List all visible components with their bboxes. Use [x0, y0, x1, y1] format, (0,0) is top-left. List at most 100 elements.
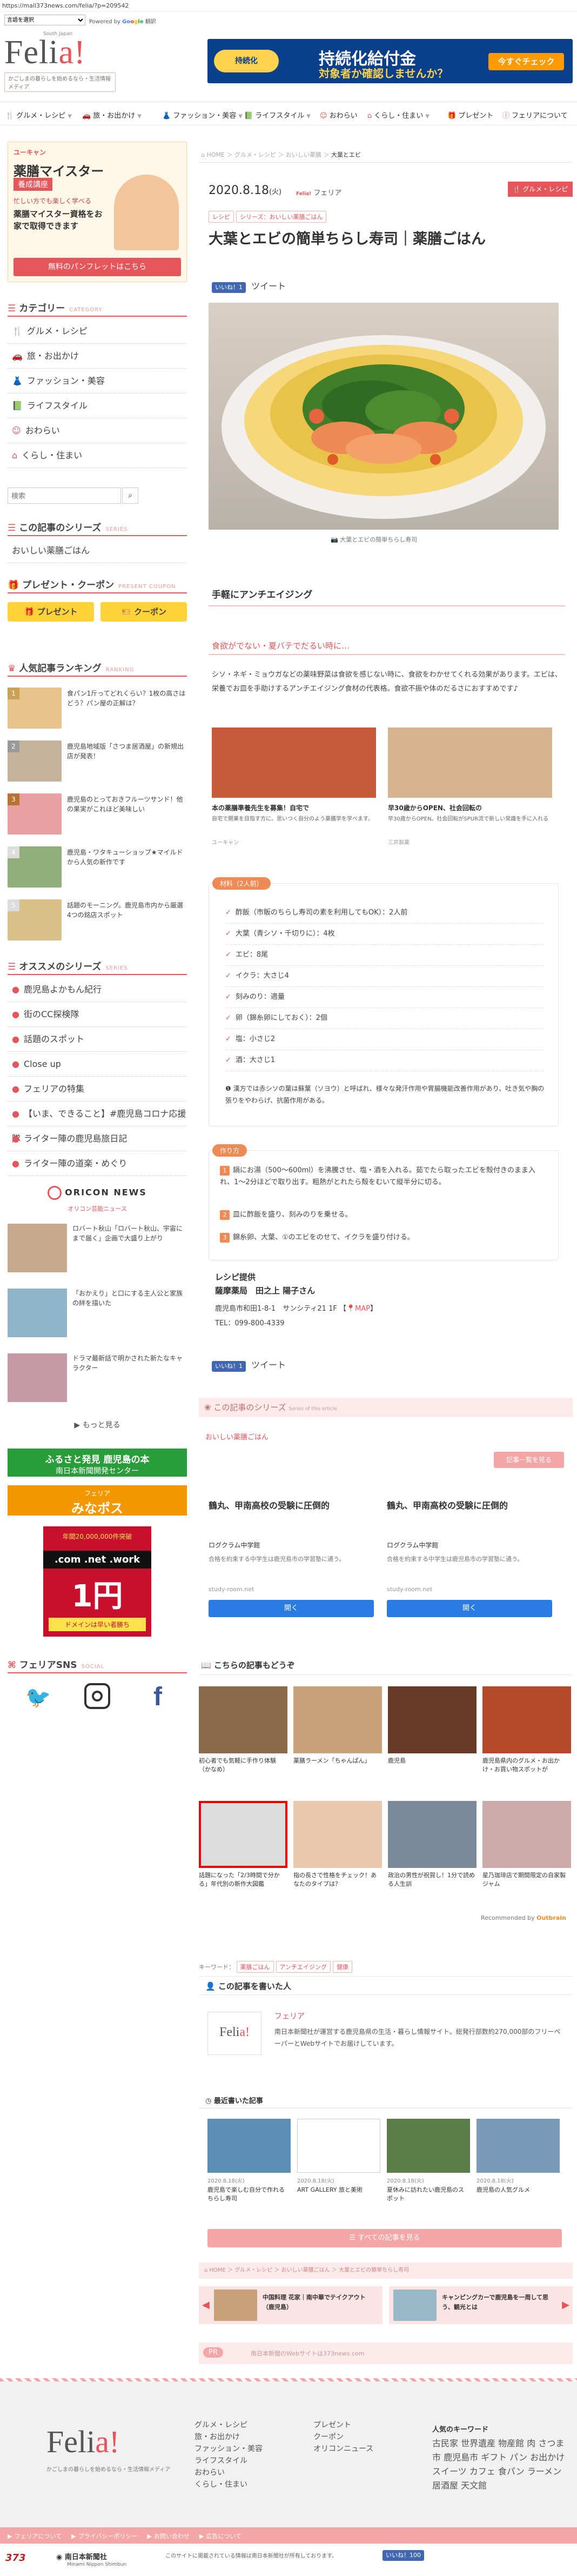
ranking-item[interactable]: 5 話題のモーニング。鹿児島市内から厳選4つの銘店スポット: [8, 896, 187, 945]
reco-card[interactable]: 鹿児島県内のグルメ・お出かけ・お買い物スポットが: [482, 1686, 571, 1794]
series-list-button[interactable]: 記事一覧を見る: [494, 1452, 564, 1468]
twitter-icon[interactable]: 🐦: [25, 1685, 52, 1709]
outbrain-credit[interactable]: Recommended by Outbrain: [481, 1914, 566, 1921]
series-rec-item[interactable]: ● 街のCC探検隊: [8, 1002, 187, 1027]
ad-image: [212, 728, 376, 798]
more-link[interactable]: ▶ もっと見る: [8, 1419, 187, 1432]
footer-link[interactable]: ファッション・美容: [194, 2443, 263, 2455]
present-button[interactable]: 🎁 プレゼント: [8, 602, 94, 622]
banner-minapos[interactable]: フェリア みなポス: [8, 1485, 187, 1516]
oricon-item[interactable]: ロバート秋山「ロバート秋山、宇宙にまで届く」企画で大盛り上がり: [8, 1222, 187, 1281]
category-gourmet[interactable]: 🍴 グルメ・レシピ: [8, 319, 187, 344]
sponsored-card[interactable]: 鶴丸、甲南高校の受験に圧倒的 ログクラム中学館 合格を約束する中学生は鹿児島市の学習…: [387, 1495, 554, 1641]
footer-logo[interactable]: Felia!: [46, 2424, 119, 2460]
series-rec-item[interactable]: ● フェリアの特集: [8, 1077, 187, 1102]
series-rec-item[interactable]: ● 話題のスポット: [8, 1027, 187, 1052]
footer-link[interactable]: ライフスタイル: [194, 2455, 263, 2467]
series-rec-item[interactable]: ● 鹿児島よかもん紀行: [8, 977, 187, 1002]
search-button[interactable]: ⌕: [122, 488, 138, 504]
all-articles-button[interactable]: ☰ すべての記事を見る: [207, 2229, 562, 2247]
tweet-button[interactable]: ツイート: [251, 1360, 286, 1370]
instagram-icon[interactable]: [84, 1683, 110, 1709]
recent-article[interactable]: 2020.8.18(火) ART GALLERY 旅と美術: [297, 2119, 380, 2221]
writer-name[interactable]: フェリア: [274, 2011, 305, 2021]
recent-article[interactable]: 2020.8.18(火) 鹿児島で楽しむ自分で作れるちらし寿司: [207, 2119, 291, 2221]
banner-furusato[interactable]: ふるさと発見 鹿児島の本 南日本新聞開発センター: [8, 1449, 187, 1477]
footer-like-button[interactable]: いいね！100: [383, 2550, 424, 2561]
reco-card[interactable]: 鹿児島: [388, 1686, 477, 1794]
browser-url-bar[interactable]: https://mall373news.com/felia/?p=209542: [0, 0, 577, 12]
ad-cta-button[interactable]: 今すぐチェック: [488, 53, 564, 70]
footer-bar-link[interactable]: フェリアについて: [14, 2533, 62, 2540]
map-link[interactable]: MAP: [355, 1305, 370, 1313]
reco-card[interactable]: 政治の男性が祝賀し！1分で読める人生訓: [388, 1801, 477, 1909]
nav-item-owarai[interactable]: ☺ おわらい: [320, 110, 358, 120]
prev-article[interactable]: ◀ 中国料理 花家｜南中華でテイクアウト（鹿児島）: [199, 2286, 383, 2324]
nav-item-lifestyle[interactable]: 📗 ライフスタイル ▼: [244, 110, 311, 120]
banner-domain[interactable]: 年間20,000,000件突破 .com .net .work 1円 ドメインは…: [43, 1526, 151, 1637]
nav-item-about[interactable]: ⓘ フェリアについて: [502, 110, 568, 120]
sidebar-ad-yakuzen[interactable]: ユーキャン 薬膳マイスター 養成講座 忙しい方でも楽しく学べる 薬膳マイスター資…: [8, 142, 187, 282]
recent-article[interactable]: 2020.8.18(火) 鹿児島の人気グルメ: [477, 2119, 560, 2221]
reco-card[interactable]: 初心者でも気軽に手作り体験（かなめ）: [199, 1686, 287, 1794]
series-rec-item[interactable]: ● 【いま、できること】#鹿児島コロナ応援隊: [8, 1102, 187, 1144]
series-link[interactable]: おいしい薬膳ごはん: [205, 1431, 269, 1442]
ranking-item[interactable]: 2 鹿児島地域版「さつま居酒屋」の新規出店が発表！: [8, 737, 187, 786]
sponsored-open-button[interactable]: 開く: [209, 1600, 374, 1617]
category-fashion[interactable]: 👗 ファッション・美容: [8, 369, 187, 393]
next-article[interactable]: キャンピングカーで鹿児島を一周して思う、観光とは ▶: [389, 2286, 573, 2324]
ranking-item[interactable]: 1 食パン1斤ってどれくらい？1枚の高さはどう？パン屋の正解は？: [8, 684, 187, 733]
series-rec-item[interactable]: ● ライター陣の道楽・めぐり: [8, 1151, 187, 1176]
sponsored-card[interactable]: 鶴丸、甲南高校の受験に圧倒的 ログクラム中学館 合格を約束する中学生は鹿児島市の学習…: [209, 1495, 376, 1641]
facebook-like-button[interactable]: いいね！1: [212, 1361, 246, 1372]
reco-card[interactable]: 星乃珈琲店で期間限定の自家製ジャム: [482, 1801, 571, 1909]
article-ad-card[interactable]: 本の薬膳準養先生を募集！自宅で 自宅で開業を目指す方に。思いつく自分のよう薬膳学を…: [212, 728, 376, 863]
footer-link[interactable]: オリコンニュース: [313, 2443, 373, 2455]
ranking-item[interactable]: 3 鹿児島のとっておきフルーツサンド！他の果実がこれほど美味しい: [8, 790, 187, 839]
facebook-icon[interactable]: f: [147, 1682, 169, 1711]
series-item[interactable]: おいしい薬膳ごはん: [8, 538, 187, 563]
footer-bar-link[interactable]: お問い合わせ: [154, 2533, 190, 2540]
nav-item-fashion[interactable]: 👗 ファッション・美容 ▼: [162, 110, 243, 120]
pr-link[interactable]: 南日本新聞のWebサイトは373news.com: [251, 2349, 364, 2358]
category-badge[interactable]: 🍴 グルメ・レシピ: [508, 182, 573, 197]
category-owarai[interactable]: ☺ おわらい: [8, 418, 187, 443]
oricon-item[interactable]: ドラマ最新話で明かされた新たなキャラクター: [8, 1351, 187, 1411]
footer-bar-link[interactable]: プライバシーポリシー: [78, 2533, 138, 2540]
373-logo-icon[interactable]: 373: [5, 2552, 26, 2564]
footer-link[interactable]: おわらい: [194, 2467, 263, 2479]
sponsored-open-button[interactable]: 開く: [387, 1600, 552, 1617]
coupon-button[interactable]: 🎫 クーポン: [100, 602, 187, 622]
ad-pamphlet-button[interactable]: 無料のパンフレットはこちら: [14, 258, 181, 276]
facebook-like-button[interactable]: いいね！1: [212, 282, 246, 293]
reco-card[interactable]: 指の長さで性格をチェック！あなたのタイプは？: [293, 1801, 382, 1909]
footer-bar-link[interactable]: 広告について: [206, 2533, 241, 2540]
article-author: Felia! フェリア: [296, 189, 342, 197]
nav-item-living[interactable]: ⌂ くらし・住まい ▼: [367, 110, 430, 120]
article-ad-card[interactable]: 早30歳からOPEN、社会回転の 早30歳からOPEN。社会回転がSPUR流で新し…: [388, 728, 552, 863]
language-select[interactable]: 言語を選択: [4, 15, 85, 25]
category-lifestyle[interactable]: 📗 ライフスタイル: [8, 393, 187, 418]
footer-link[interactable]: 旅・お出かけ: [194, 2431, 263, 2443]
series-rec-item[interactable]: ● Close up: [8, 1052, 187, 1077]
series-rec-item[interactable]: ● ライター陣の鹿児島旅日記: [8, 1126, 187, 1151]
reco-card[interactable]: 薬膳ラーメン「ちゃんぱん」: [293, 1686, 382, 1794]
category-living[interactable]: ⌂ くらし・住まい: [8, 443, 187, 468]
nav-item-travel[interactable]: 🚗 旅・お出かけ ▼: [82, 110, 142, 120]
nav-item-gourmet[interactable]: 🍴 グルメ・レシピ ▼: [5, 110, 72, 120]
footer-link[interactable]: プレゼント: [313, 2419, 373, 2431]
footer-link[interactable]: クーポン: [313, 2431, 373, 2443]
ranking-item[interactable]: 4 鹿児島・ワタキューショップ★マイルドから人気の新作です: [8, 843, 187, 892]
footer-link[interactable]: グルメ・レシピ: [194, 2419, 263, 2431]
category-travel[interactable]: 🚗 旅・お出かけ: [8, 344, 187, 369]
nav-item-present[interactable]: 🎁 プレゼント: [447, 110, 493, 120]
footer-link[interactable]: くらし・住まい: [194, 2479, 263, 2491]
header-ad-banner[interactable]: 持続化 持続化給付金 対象者か確認しませんか？ 今すぐチェック: [207, 39, 573, 83]
site-logo[interactable]: South Japan Felia! かごしまの暮らしを始めるなら・生活情報メデ…: [4, 31, 118, 92]
tweet-button[interactable]: ツイート: [251, 281, 286, 291]
oricon-item[interactable]: 「おかえり」と口にする主人公と家族の絆を描いた: [8, 1286, 187, 1346]
recent-article[interactable]: 2020.8.18(火) 夏休みに訪れたい鹿児島のスポット: [387, 2119, 470, 2221]
footer-keywords[interactable]: 古民家 世界遺産 物産館 肉 さつま 市 鹿児島市 ギフト パン お出かけ スイ…: [432, 2437, 567, 2493]
reco-card[interactable]: 話題になった「2/3時間で分かる」年代別の新作大図鑑: [199, 1801, 287, 1909]
search-input[interactable]: [8, 488, 121, 504]
